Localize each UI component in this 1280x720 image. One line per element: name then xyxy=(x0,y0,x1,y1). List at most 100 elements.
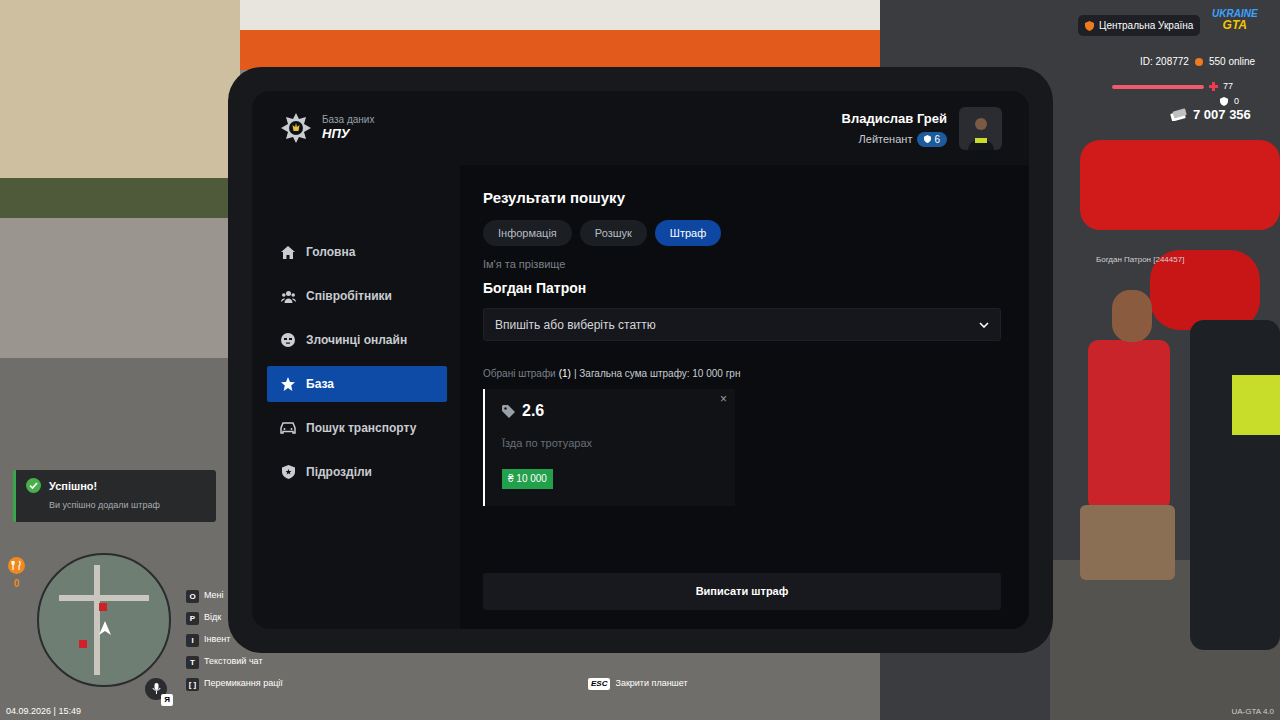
users-icon xyxy=(281,290,296,303)
game-logo: UKRAINE GTA xyxy=(1212,9,1258,31)
avatar xyxy=(959,107,1002,150)
fine-list: 2.6 Їзда по тротуарах ₴ 10 000 × xyxy=(483,389,1001,506)
microphone-icon xyxy=(152,683,161,695)
person-shirt xyxy=(1088,340,1170,510)
police-emblem-icon xyxy=(280,112,312,144)
armor-value: 0 xyxy=(1234,95,1239,109)
sidebar-icon-slot xyxy=(280,465,296,479)
select-placeholder: Впишіть або виберіть статтю xyxy=(495,316,656,334)
sidebar-item[interactable]: Пошук транспорту xyxy=(267,410,447,446)
bus-graphic xyxy=(1080,140,1280,230)
close-label: Закрити планшет xyxy=(615,677,687,691)
fine-amount: ₴ 10 000 xyxy=(502,469,553,489)
notification-title: Успішно! xyxy=(49,478,160,495)
player-arrow-icon xyxy=(99,621,111,635)
key-badge: [ ] xyxy=(186,678,199,691)
hotkey-row: [ ]Перемикання рації xyxy=(186,676,283,692)
summary-total: | Загальна сума штрафу: 10 000 грн xyxy=(574,367,740,380)
sidebar-label: Пошук транспорту xyxy=(306,419,416,437)
player-nametag: Богдан Патрон [244457] xyxy=(1096,254,1184,266)
hunger-indicator: 0 xyxy=(8,557,25,591)
shield-icon xyxy=(924,135,931,143)
tab[interactable]: Інформація xyxy=(483,220,572,246)
person-shorts xyxy=(1080,505,1175,580)
sidebar-label: Злочинці онлайн xyxy=(306,331,407,349)
tab[interactable]: Штраф xyxy=(655,220,721,246)
online-count: 550 online xyxy=(1209,54,1255,69)
summary-label: Обрані штрафи xyxy=(483,367,556,380)
shield-icon xyxy=(1085,21,1094,31)
armor-row: 0 xyxy=(1220,95,1239,109)
summary-count: (1) xyxy=(559,367,571,380)
sidebar-icon-slot xyxy=(280,377,296,391)
tablet: База даних НПУ Владислав Грей Лейтенант … xyxy=(228,67,1053,653)
officer-avatar-icon xyxy=(966,114,996,150)
panel-heading: Результати пошуку xyxy=(483,187,1001,209)
submit-fine-button[interactable]: Виписати штраф xyxy=(483,573,1001,610)
tab-bar: Інформація Розшук Штраф xyxy=(483,220,1001,246)
sidebar-icon-slot xyxy=(280,422,296,434)
key-badge: ESC xyxy=(588,678,610,690)
sidewalk xyxy=(0,218,240,358)
officer-vest xyxy=(1232,375,1280,435)
main-panel: Результати пошуку ІнформаціяРозшукШтраф … xyxy=(460,165,1029,629)
minimap[interactable] xyxy=(37,553,171,687)
shield-icon xyxy=(282,465,295,479)
sidebar-label: Головна xyxy=(306,243,355,261)
tag-icon-slot xyxy=(502,405,515,418)
map-marker-icon xyxy=(79,640,87,648)
article-number: 2.6 xyxy=(522,401,544,421)
sidebar-item[interactable]: Підрозділи xyxy=(267,454,447,490)
tablet-header: База даних НПУ Владислав Грей Лейтенант … xyxy=(252,91,1029,165)
logo-top: UKRAINE xyxy=(1212,9,1258,19)
health-row: 77 xyxy=(1112,80,1233,94)
check-icon xyxy=(26,478,41,493)
money-icon xyxy=(1170,108,1187,121)
online-dot-icon xyxy=(1195,58,1203,66)
name-label: Ім'я та прізвище xyxy=(483,258,1001,271)
shield-icon xyxy=(1220,97,1228,106)
sidebar-item[interactable]: Злочинці онлайн xyxy=(267,322,447,358)
remove-fine-button[interactable]: × xyxy=(720,393,727,405)
key-badge: P xyxy=(186,612,199,625)
sidebar-label: Співробітники xyxy=(306,287,392,305)
tag-icon xyxy=(502,405,515,418)
building xyxy=(0,0,240,190)
car-icon xyxy=(280,422,296,434)
fine-article: 2.6 xyxy=(502,401,544,421)
sidebar-item[interactable]: База xyxy=(267,366,447,402)
fine-description: Їзда по тротуарах xyxy=(502,435,592,452)
money-value: 7 007 356 xyxy=(1193,105,1251,125)
server-info: ID: 208772 550 online xyxy=(1140,54,1255,69)
sidebar-item[interactable]: Головна xyxy=(267,234,447,270)
user-rank: Лейтенант xyxy=(859,131,913,148)
home-icon xyxy=(281,246,295,259)
sidebar-icon-slot xyxy=(280,333,296,347)
date-time: 04.09.2026 | 15:49 xyxy=(6,705,81,719)
officer xyxy=(1190,320,1280,650)
map-marker-icon xyxy=(99,603,107,611)
version-label: UA-GTA 4.0 xyxy=(1231,706,1274,718)
tablet-screen: База даних НПУ Владислав Грей Лейтенант … xyxy=(252,91,1029,629)
mic-key: Я xyxy=(161,694,173,706)
store-sign xyxy=(240,30,900,70)
hotkey-label: Відк xyxy=(204,611,221,625)
sidebar-item[interactable]: Співробітники xyxy=(267,278,447,314)
header-title: НПУ xyxy=(322,126,374,142)
header-subtitle: База даних xyxy=(322,114,374,127)
star-icon xyxy=(281,377,295,391)
logo-bottom: GTA xyxy=(1223,19,1247,31)
sidebar-icon-slot xyxy=(280,290,296,303)
fine-card: 2.6 Їзда по тротуарах ₴ 10 000 × xyxy=(483,389,735,506)
mask-icon xyxy=(281,333,295,347)
article-select[interactable]: Впишіть або виберіть статтю xyxy=(483,308,1001,341)
sidebar-icon-slot xyxy=(280,246,296,259)
close-hint: ESC Закрити планшет xyxy=(588,677,688,691)
key-badge: I xyxy=(186,634,199,647)
tab[interactable]: Розшук xyxy=(580,220,647,246)
hotkey-label: Текстовий чат xyxy=(204,655,263,669)
money-row: 7 007 356 xyxy=(1170,105,1251,125)
bushes xyxy=(0,178,240,218)
level-badge: 6 xyxy=(917,132,947,147)
cross-icon xyxy=(1209,82,1218,91)
